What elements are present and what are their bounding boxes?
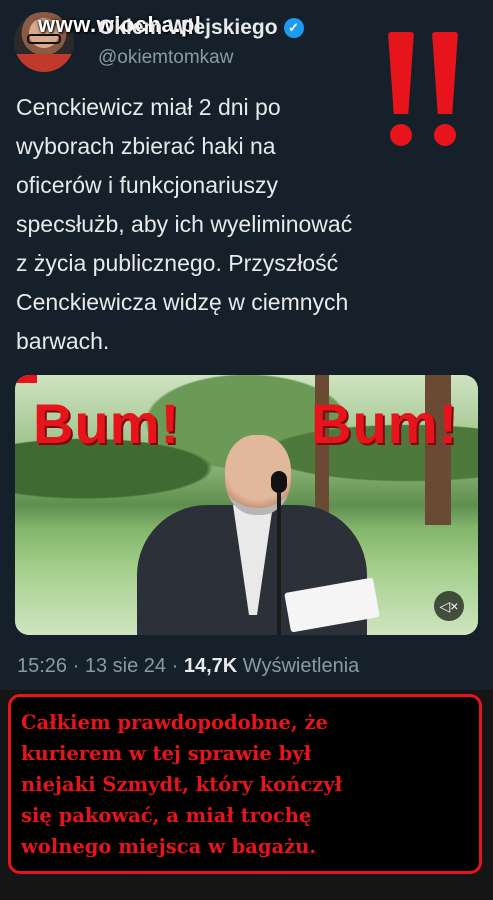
- views-count: 14,7K: [183, 655, 238, 677]
- caption-line: Całkiem prawdopodobne, że: [21, 711, 328, 734]
- post-text: Cenckiewicz miał 2 dni po wyborach zbier…: [16, 88, 416, 361]
- post-text-line: Cenckiewicz miał 2 dni po: [16, 94, 281, 120]
- post-text-line: barwach.: [16, 328, 110, 354]
- post-meta: 15:26 · 13 sie 24 · 14,7K Wyświetlenia: [17, 655, 359, 678]
- author-handle[interactable]: @okiemtomkaw: [98, 47, 233, 69]
- speaker-figure: [137, 435, 380, 635]
- post-text-line: wyborach zbierać haki na: [16, 133, 276, 159]
- microphone: [271, 471, 287, 635]
- meta-separator: ·: [171, 655, 179, 677]
- post-text-line: z życia publicznego. Przyszłość: [16, 250, 339, 276]
- meme-caption-box: Całkiem prawdopodobne, że kurierem w tej…: [8, 694, 482, 874]
- meme-caption-area: Całkiem prawdopodobne, że kurierem w tej…: [0, 690, 493, 900]
- post-text-line: oficerów i funkcjonariuszy: [16, 172, 279, 198]
- post-date[interactable]: 13 sie 24: [85, 655, 166, 677]
- views-label: Wyświetlenia: [242, 655, 360, 677]
- video-overlay-text-right: Bum!: [311, 392, 459, 455]
- caption-line: wolnego miejsca w bagażu.: [21, 835, 317, 858]
- video-player[interactable]: Bum! Bum! ◁×: [15, 375, 478, 635]
- post-text-line: Cenckiewicza widzę w ciemnych: [16, 289, 349, 315]
- speaker-muted-icon[interactable]: ◁×: [434, 591, 464, 621]
- meta-separator: ·: [72, 655, 80, 677]
- exclamation-mark-icon: [432, 32, 458, 150]
- video-overlay-text-left: Bum!: [33, 392, 181, 455]
- post-text-line: specsłużb, aby ich wyeliminować: [16, 211, 353, 237]
- live-badge: [15, 375, 37, 383]
- post-time[interactable]: 15:26: [17, 655, 67, 677]
- verified-badge-icon: ✓: [283, 18, 304, 38]
- caption-line: kurierem w tej sprawie był: [21, 742, 312, 765]
- author-name-row[interactable]: Okiem Wiejskiego ✓: [98, 16, 304, 40]
- caption-line: niejaki Szmydt, który kończył: [21, 773, 343, 796]
- author-name[interactable]: Okiem Wiejskiego: [98, 16, 278, 40]
- caption-line: się pakować, a miał trochę: [21, 804, 312, 827]
- avatar-shirt: [14, 54, 74, 72]
- tweet-card: www.wiocha.pl Okiem Wiejskiego ✓ @okiemt…: [0, 0, 493, 690]
